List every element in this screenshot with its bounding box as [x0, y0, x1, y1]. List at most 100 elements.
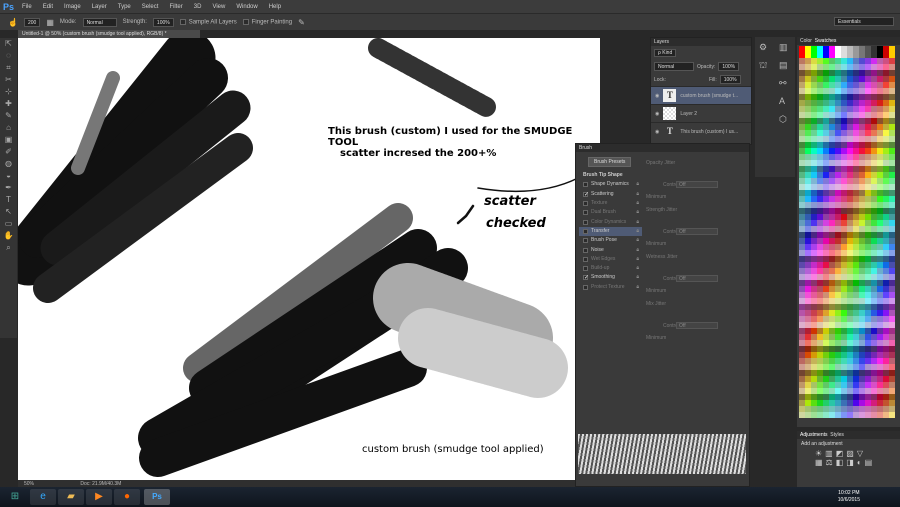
tool-icon[interactable]: ⌕ [0, 242, 17, 254]
panel-dock-icon[interactable]: ▥ [779, 42, 788, 53]
brush-option-dual-brush[interactable]: Dual Brush 🔒︎ [579, 208, 642, 217]
tool-icon[interactable]: ✂ [0, 74, 17, 86]
menu-window[interactable]: Window [236, 4, 257, 10]
control-select[interactable]: Off [676, 228, 718, 235]
finger-painting-checkbox[interactable]: Finger Painting [242, 18, 292, 25]
checkbox[interactable] [583, 219, 588, 225]
tool-icon[interactable]: ▣ [0, 134, 17, 146]
menu-filter[interactable]: Filter [169, 4, 182, 10]
lock-icon[interactable]: 🔒︎ [636, 236, 639, 245]
brush-tip-shape[interactable]: Brush Tip Shape [579, 171, 642, 180]
brush-option-wet-edges[interactable]: Wet Edges 🔒︎ [579, 255, 642, 264]
menu-view[interactable]: View [212, 4, 225, 10]
tool-icon[interactable]: ◍ [0, 158, 17, 170]
lock-icon[interactable]: 🔒︎ [636, 273, 639, 282]
sample-all-layers-checkbox[interactable]: Sample All Layers [179, 18, 237, 25]
document-tab[interactable]: Untitled-1 @ 50% (custom brush (smudge t… [18, 30, 200, 38]
photoshop-taskbar-button[interactable]: Ps [144, 489, 170, 505]
menu-layer[interactable]: Layer [92, 4, 107, 10]
checkbox[interactable] [583, 247, 588, 253]
tool-icon[interactable]: ✚ [0, 98, 17, 110]
brush-option-build-up[interactable]: Build-up 🔒︎ [579, 264, 642, 273]
checkbox[interactable] [583, 284, 588, 290]
layer-filter-kind[interactable]: ρ Kind [654, 49, 677, 57]
menu-type[interactable]: Type [118, 4, 131, 10]
canvas[interactable]: This brush (custom) I used for the SMUDG… [18, 38, 600, 480]
tool-icon[interactable]: ◌ [0, 50, 17, 62]
panel-dock-icon[interactable]: A [779, 96, 785, 106]
brush-option-smoothing[interactable]: ✓ Smoothing 🔒︎ [579, 273, 642, 282]
menu-3d[interactable]: 3D [194, 4, 202, 10]
checkbox[interactable] [583, 228, 588, 234]
brush-option-shape-dynamics[interactable]: Shape Dynamics 🔒︎ [579, 180, 642, 189]
panel-dock-icon[interactable]: ⬡ [779, 114, 787, 125]
tab-brush[interactable]: Brush [576, 144, 749, 152]
layer-row[interactable]: ◉ Layer 2 [651, 104, 751, 122]
lock-icon[interactable]: 🔒︎ [636, 180, 639, 189]
tool-icon[interactable]: ⇱ [0, 38, 17, 50]
lock-icon[interactable]: 🔒︎ [636, 227, 639, 236]
tool-icon[interactable]: ↖ [0, 206, 17, 218]
tool-icon[interactable]: T [0, 194, 17, 206]
blend-mode-select[interactable]: Normal [654, 62, 694, 71]
panel-dock-icon[interactable]: ⛫ [759, 60, 767, 72]
control-select[interactable]: Off [676, 275, 718, 282]
layer-row[interactable]: ◉ Tcustom brush (smudge t... [651, 86, 751, 104]
workspace-select[interactable]: Essentials [834, 17, 894, 26]
tool-icon[interactable]: ✎ [0, 110, 17, 122]
visibility-eye-icon[interactable]: ◉ [655, 111, 659, 117]
checkbox[interactable] [583, 210, 588, 216]
tool-icon[interactable]: ⊹ [0, 86, 17, 98]
menu-edit[interactable]: Edit [43, 4, 53, 10]
swatch[interactable] [889, 412, 895, 418]
tab-adjustments[interactable]: Adjustments [800, 432, 828, 438]
tool-icon[interactable]: ✒ [0, 182, 17, 194]
lock-icon[interactable]: 🔒︎ [636, 190, 639, 199]
control-select[interactable]: Off [676, 181, 718, 188]
tool-icon[interactable]: ⌗ [0, 62, 17, 74]
tool-icon[interactable]: ◒ [0, 170, 17, 182]
start-button[interactable]: ⊞ [2, 489, 28, 505]
tab-color[interactable]: Color [800, 38, 812, 44]
adjustment-icons[interactable]: ☀▥◩▨▽ ▦⚖◧◨◐▤ [797, 449, 900, 467]
checkbox[interactable] [583, 238, 588, 244]
lock-icon[interactable]: 🔒︎ [636, 199, 639, 208]
tool-icon[interactable]: ⌂ [0, 122, 17, 134]
lock-icon[interactable]: 🔒︎ [636, 255, 639, 264]
firefox-icon[interactable]: ● [114, 489, 140, 505]
pressure-icon[interactable]: ✎ [298, 18, 305, 27]
fill-field[interactable]: 100% [719, 75, 741, 84]
checkbox[interactable]: ✓ [583, 275, 589, 281]
menu-help[interactable]: Help [269, 4, 281, 10]
menu-image[interactable]: Image [64, 4, 81, 10]
checkbox[interactable]: ✓ [583, 191, 589, 198]
strength-field[interactable]: 100% [152, 17, 174, 27]
checkbox[interactable] [583, 266, 588, 272]
checkbox[interactable] [583, 201, 588, 207]
panel-dock-icon[interactable]: ⚯ [779, 78, 787, 89]
brush-option-protect-texture[interactable]: Protect Texture 🔒︎ [579, 283, 642, 292]
lock-icon[interactable]: 🔒︎ [636, 264, 639, 273]
brush-panel-toggle-icon[interactable]: ▦ [46, 18, 54, 27]
lock-icon[interactable]: 🔒︎ [636, 283, 639, 292]
tool-icon[interactable]: ✐ [0, 146, 17, 158]
lock-icon[interactable]: 🔒︎ [636, 246, 639, 255]
mode-select[interactable]: Normal [82, 17, 117, 27]
layer-row[interactable]: ◉ T This brush (custom) I us... [651, 122, 751, 140]
menu-select[interactable]: Select [142, 4, 159, 10]
tab-swatches[interactable]: Swatches [815, 38, 837, 44]
brush-option-texture[interactable]: Texture 🔒︎ [579, 199, 642, 208]
brush-option-noise[interactable]: Noise 🔒︎ [579, 245, 642, 254]
brush-option-transfer[interactable]: Transfer 🔒︎ [579, 226, 642, 237]
internet-explorer-icon[interactable]: e [30, 489, 56, 505]
file-explorer-icon[interactable]: ▰ [58, 489, 84, 505]
opacity-field[interactable]: 100% [718, 62, 740, 71]
tool-icon[interactable]: ▭ [0, 218, 17, 230]
lock-icon[interactable]: 🔒︎ [636, 208, 639, 217]
panel-dock-icon[interactable]: ⚙ [759, 42, 767, 53]
swatch-grid[interactable] [799, 46, 895, 418]
checkbox[interactable] [583, 182, 588, 188]
tool-icon[interactable]: ✋ [0, 230, 17, 242]
panel-dock-icon[interactable]: ▤ [779, 60, 788, 71]
tab-layers[interactable]: Layers [651, 38, 751, 46]
